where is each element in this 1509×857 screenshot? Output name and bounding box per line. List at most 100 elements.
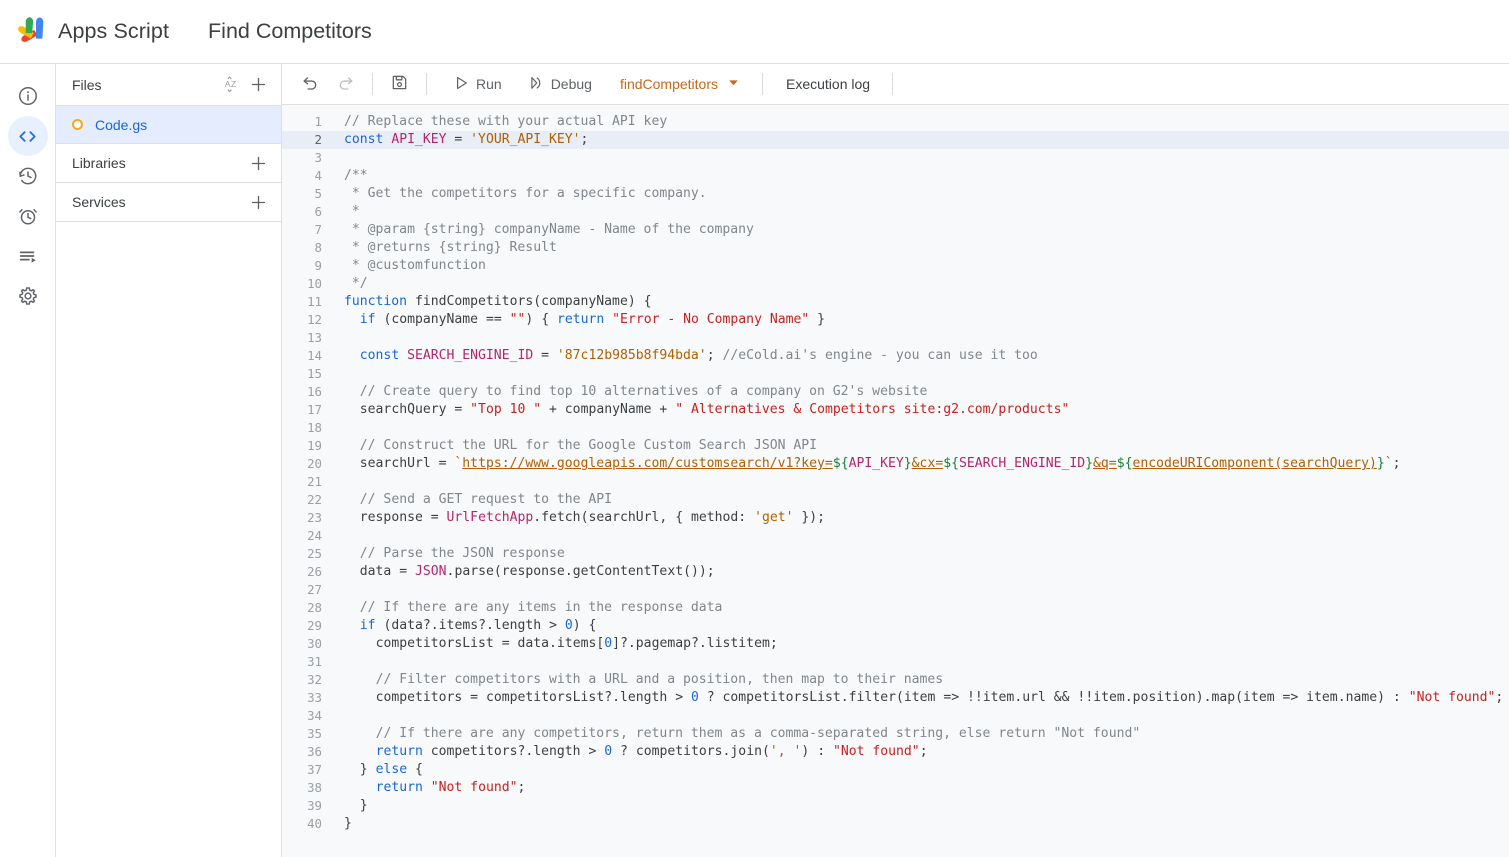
code-line[interactable]: 23 response = UrlFetchApp.fetch(searchUr…: [282, 509, 1509, 527]
line-number: 24: [307, 528, 322, 543]
add-service-button[interactable]: [245, 189, 271, 215]
code-line[interactable]: 6 *: [282, 203, 1509, 221]
code-line[interactable]: 5 * Get the competitors for a specific c…: [282, 185, 1509, 203]
sidebar-item-triggers[interactable]: [8, 196, 48, 236]
code-line[interactable]: 32 // Filter competitors with a URL and …: [282, 671, 1509, 689]
line-source: * @customfunction: [344, 258, 486, 273]
line-source: [344, 473, 1509, 491]
save-project-button[interactable]: [382, 69, 417, 99]
orange-circle-icon: [72, 119, 83, 130]
code-line[interactable]: 40}: [282, 815, 1509, 833]
code-line[interactable]: 15: [282, 365, 1509, 383]
sidebar-item-executions[interactable]: [8, 236, 48, 276]
line-number: 8: [314, 240, 322, 255]
code-line[interactable]: 29 if (data?.items?.length > 0) {: [282, 617, 1509, 635]
code-line[interactable]: 19 // Construct the URL for the Google C…: [282, 437, 1509, 455]
code-line[interactable]: 39 }: [282, 797, 1509, 815]
debug-button[interactable]: Debug: [519, 69, 600, 99]
code-scroll-area[interactable]: 1 // Replace these with your actual API k…: [282, 105, 1509, 857]
gear-icon: [17, 285, 39, 307]
line-number: 28: [307, 600, 322, 615]
code-line[interactable]: 16 // Create query to find top 10 altern…: [282, 383, 1509, 401]
alarm-clock-icon: [17, 205, 39, 227]
line-number: 36: [307, 744, 322, 759]
code-content[interactable]: 1 // Replace these with your actual API k…: [282, 105, 1509, 833]
code-line[interactable]: 20 searchUrl = `https://www.googleapis.c…: [282, 455, 1509, 473]
line-source: * @returns {string} Result: [344, 240, 557, 255]
file-item-code-gs[interactable]: Code.gs: [56, 106, 281, 144]
code-line[interactable]: 37 } else {: [282, 761, 1509, 779]
execution-log-label: Execution log: [786, 76, 871, 92]
redo-button[interactable]: [328, 69, 363, 99]
line-source: [344, 329, 1509, 347]
files-label: Files: [72, 76, 102, 93]
line-source: [344, 419, 1509, 437]
code-editor[interactable]: 1 // Replace these with your actual API k…: [281, 105, 1509, 857]
add-file-button[interactable]: [245, 72, 271, 98]
line-source: // Parse the JSON response: [359, 546, 565, 561]
code-line[interactable]: 27: [282, 581, 1509, 599]
sidebar-item-overview[interactable]: [8, 76, 48, 116]
sidebar-item-project-settings[interactable]: [8, 276, 48, 316]
code-line[interactable]: 7 * @param {string} companyName - Name o…: [282, 221, 1509, 239]
line-number: 25: [307, 546, 322, 561]
line-number: 39: [307, 798, 322, 813]
code-line[interactable]: 33 competitors = competitorsList?.length…: [282, 689, 1509, 707]
code-line[interactable]: 14 const SEARCH_ENGINE_ID = '87c12b985b8…: [282, 347, 1509, 365]
code-line[interactable]: 36 return competitors?.length > 0 ? comp…: [282, 743, 1509, 761]
run-button[interactable]: Run: [444, 69, 510, 99]
line-number: 15: [307, 366, 322, 381]
code-line[interactable]: 9 * @customfunction: [282, 257, 1509, 275]
brand-name[interactable]: Apps Script: [58, 19, 169, 44]
code-line[interactable]: 22 // Send a GET request to the API: [282, 491, 1509, 509]
section-services[interactable]: Services: [56, 183, 281, 222]
undo-button[interactable]: [293, 69, 328, 99]
code-line[interactable]: 24: [282, 527, 1509, 545]
line-number: 33: [307, 690, 322, 705]
line-source: /**: [344, 168, 368, 183]
code-line[interactable]: 12 if (companyName == "") { return "Erro…: [282, 311, 1509, 329]
sidebar-item-project-history[interactable]: [8, 156, 48, 196]
code-line[interactable]: 30 competitorsList = data.items[0]?.page…: [282, 635, 1509, 653]
line-source: */: [344, 276, 368, 291]
code-line[interactable]: 26 data = JSON.parse(response.getContent…: [282, 563, 1509, 581]
code-line[interactable]: 10 */: [282, 275, 1509, 293]
line-source: const API_KEY = 'YOUR_API_KEY';: [344, 132, 589, 147]
line-source: searchQuery = "Top 10 " + companyName + …: [359, 402, 1070, 417]
code-line[interactable]: 31: [282, 653, 1509, 671]
line-number: 29: [307, 618, 322, 633]
toolbar-divider: [372, 73, 373, 95]
code-line[interactable]: 18: [282, 419, 1509, 437]
line-number: 27: [307, 582, 322, 597]
sort-az-icon[interactable]: A Z: [219, 72, 245, 98]
code-line[interactable]: 38 return "Not found";: [282, 779, 1509, 797]
function-select[interactable]: findCompetitors: [612, 69, 748, 99]
code-line[interactable]: 1 // Replace these with your actual API k…: [282, 113, 1509, 131]
line-number: 19: [307, 438, 322, 453]
code-line[interactable]: 34: [282, 707, 1509, 725]
file-name: Code.gs: [95, 116, 148, 133]
code-line[interactable]: 35 // If there are any competitors, retu…: [282, 725, 1509, 743]
line-number: 20: [307, 456, 322, 471]
code-line[interactable]: 21: [282, 473, 1509, 491]
section-libraries[interactable]: Libraries: [56, 144, 281, 183]
code-line[interactable]: 25 // Parse the JSON response: [282, 545, 1509, 563]
chevron-down-icon: [727, 76, 740, 92]
line-number: 1: [314, 114, 322, 129]
code-line[interactable]: 4 /**: [282, 167, 1509, 185]
add-library-button[interactable]: [245, 150, 271, 176]
line-number: 16: [307, 384, 322, 399]
code-line[interactable]: 28 // If there are any items in the resp…: [282, 599, 1509, 617]
toolbar-divider-4: [892, 73, 894, 95]
code-line[interactable]: 17 searchQuery = "Top 10 " + companyName…: [282, 401, 1509, 419]
code-line[interactable]: 11 function findCompetitors(companyName) …: [282, 293, 1509, 311]
code-line[interactable]: 3: [282, 149, 1509, 167]
code-line[interactable]: 13: [282, 329, 1509, 347]
sidebar-item-editor[interactable]: [7, 116, 48, 156]
line-number: 23: [307, 510, 322, 525]
code-line[interactable]: 8 * @returns {string} Result: [282, 239, 1509, 257]
line-source: searchUrl = `https://www.googleapis.com/…: [359, 456, 1401, 471]
code-line[interactable]: 2 const API_KEY = 'YOUR_API_KEY';: [282, 131, 1509, 149]
execution-log-button[interactable]: Execution log: [778, 69, 878, 99]
page-title[interactable]: Find Competitors: [208, 19, 372, 44]
